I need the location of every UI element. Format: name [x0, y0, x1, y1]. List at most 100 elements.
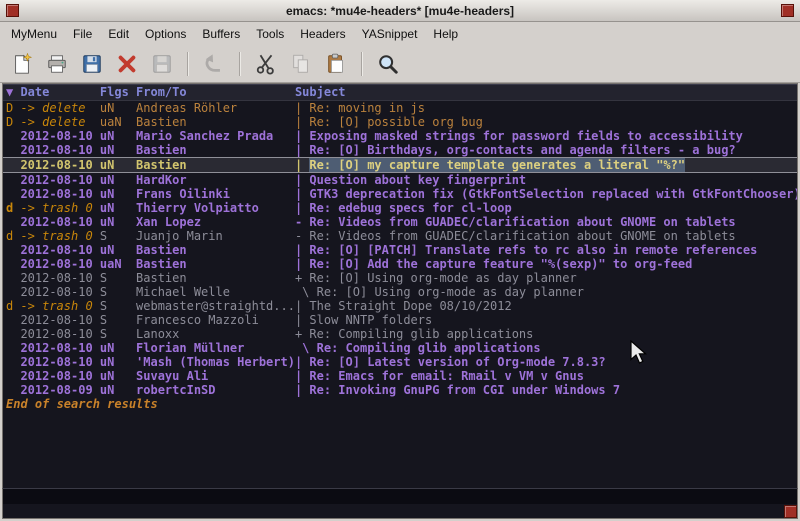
menu-options[interactable]: Options: [137, 23, 194, 45]
menu-buffers[interactable]: Buffers: [194, 23, 248, 45]
window-close-button[interactable]: [781, 4, 794, 17]
end-of-results-message: End of search results: [3, 397, 797, 411]
message-flags: uN: [100, 201, 136, 215]
mode-line[interactable]: *mu4e-headers* ( 5, 0) [All/2.0k] [mu4e-…: [2, 488, 798, 504]
sort-direction-icon[interactable]: ▼: [6, 84, 20, 100]
cut-button[interactable]: [252, 50, 280, 78]
message-row[interactable]: 2012-08-10uN'Mash (Thomas Herbert)| Re: …: [3, 355, 797, 369]
thread-indicator: |: [295, 173, 309, 187]
message-date: 2012-08-10: [20, 285, 99, 299]
titlebar[interactable]: emacs: *mu4e-headers* [mu4e-headers]: [0, 0, 800, 22]
message-subject: GTK3 deprecation fix (GtkFontSelection r…: [309, 187, 798, 201]
message-row[interactable]: 2012-08-10uNHardKor| Question about key …: [3, 173, 797, 187]
thread-indicator: -: [295, 229, 309, 243]
message-row[interactable]: 2012-08-10uNSuvayu Ali| Re: Emacs for em…: [3, 369, 797, 383]
message-flags: S: [100, 299, 136, 313]
save-button[interactable]: [78, 50, 106, 78]
message-list: D -> deleteuNAndreas Röhler| Re: moving …: [3, 101, 797, 397]
message-date: 2012-08-10: [20, 355, 99, 369]
message-row[interactable]: 2012-08-09uNrobertcInSD| Re: Invoking Gn…: [3, 383, 797, 397]
message-row[interactable]: d -> trash 0uNThierry Volpiatto| Re: ede…: [3, 201, 797, 215]
echo-area[interactable]: [2, 504, 798, 519]
kill-buffer-button[interactable]: [113, 50, 141, 78]
message-from: 'Mash (Thomas Herbert): [136, 355, 295, 369]
menu-mymenu[interactable]: MyMenu: [3, 23, 65, 45]
print-icon: [46, 53, 68, 75]
thread-indicator: |: [295, 369, 309, 383]
menu-headers[interactable]: Headers: [292, 23, 353, 45]
window-menu-button[interactable]: [6, 4, 19, 17]
message-row[interactable]: D -> deleteuaNBastien| Re: [O] possible …: [3, 115, 797, 129]
message-from: Frans Oilinki: [136, 187, 295, 201]
menu-tools[interactable]: Tools: [248, 23, 292, 45]
message-row[interactable]: 2012-08-10uNBastien| Re: [O] [PATCH] Tra…: [3, 243, 797, 257]
save-as-button[interactable]: [148, 50, 176, 78]
message-row[interactable]: 2012-08-10uNBastien| Re: [O] Birthdays, …: [3, 143, 797, 157]
message-row[interactable]: 2012-08-10SLanoxx+ Re: Compiling glib ap…: [3, 327, 797, 341]
message-flags: S: [100, 327, 136, 341]
cut-icon: [255, 53, 277, 75]
message-date: 2012-08-10: [20, 158, 99, 172]
message-mark: d: [6, 299, 20, 313]
message-row[interactable]: 2012-08-10uNXan Lopez- Re: Videos from G…: [3, 215, 797, 229]
message-flags: S: [100, 313, 136, 327]
new-file-button[interactable]: [8, 50, 36, 78]
message-mark: [6, 257, 20, 271]
message-from: Bastien: [136, 257, 295, 271]
menu-edit[interactable]: Edit: [100, 23, 137, 45]
message-flags: uN: [100, 243, 136, 257]
column-header-date[interactable]: Date: [20, 84, 99, 100]
message-mark: [6, 143, 20, 157]
message-from: Bastien: [136, 143, 295, 157]
message-mark: [6, 285, 20, 299]
message-subject: Slow NNTP folders: [309, 313, 432, 327]
message-date: 2012-08-10: [20, 129, 99, 143]
message-row[interactable]: 2012-08-10uNBastien| Re: [O] my capture …: [3, 157, 797, 173]
copy-button[interactable]: [287, 50, 315, 78]
message-date: 2012-08-10: [20, 173, 99, 187]
message-from: robertcInSD: [136, 383, 295, 397]
menu-help[interactable]: Help: [425, 23, 466, 45]
thread-indicator: +: [295, 271, 309, 285]
message-from: Andreas Röhler: [136, 101, 295, 115]
column-header-from[interactable]: From/To: [136, 84, 295, 100]
message-flags: uN: [100, 101, 136, 115]
message-from: Florian Müllner: [136, 341, 295, 355]
message-from: Mario Sanchez Prada: [136, 129, 295, 143]
menu-yasnippet[interactable]: YASnippet: [354, 23, 426, 45]
message-row[interactable]: 2012-08-10uNFrans Oilinki| GTK3 deprecat…: [3, 187, 797, 201]
print-button[interactable]: [43, 50, 71, 78]
menu-file[interactable]: File: [65, 23, 100, 45]
message-row[interactable]: D -> deleteuNAndreas Röhler| Re: moving …: [3, 101, 797, 115]
message-row[interactable]: 2012-08-10uNMario Sanchez Prada| Exposin…: [3, 129, 797, 143]
column-header-flags[interactable]: Flgs: [100, 84, 136, 100]
message-flags: uN: [100, 215, 136, 229]
message-flags: uN: [100, 341, 136, 355]
paste-button[interactable]: [322, 50, 350, 78]
thread-indicator: |: [295, 101, 309, 115]
message-mark: [6, 313, 20, 327]
undo-button[interactable]: [200, 50, 228, 78]
resize-grip[interactable]: [784, 505, 797, 518]
emacs-window: emacs: *mu4e-headers* [mu4e-headers] MyM…: [0, 0, 800, 521]
message-date: 2012-08-10: [20, 143, 99, 157]
mu4e-headers-buffer[interactable]: ▼ Date Flgs From/To Subject D -> deleteu…: [2, 83, 798, 488]
message-subject: Re: [O] possible org bug: [309, 115, 482, 129]
message-flags: uN: [100, 355, 136, 369]
thread-indicator: |: [295, 355, 309, 369]
message-row[interactable]: 2012-08-10SBastien+ Re: [O] Using org-mo…: [3, 271, 797, 285]
message-row[interactable]: d -> trash 0Swebmaster@straightd...| The…: [3, 299, 797, 313]
message-date: 2012-08-10: [20, 327, 99, 341]
message-from: HardKor: [136, 173, 295, 187]
message-row[interactable]: 2012-08-10uNFlorian Müllner \ Re: Compil…: [3, 341, 797, 355]
message-row[interactable]: 2012-08-10uaNBastien| Re: [O] Add the ca…: [3, 257, 797, 271]
message-row[interactable]: 2012-08-10SMichael Welle \ Re: [O] Using…: [3, 285, 797, 299]
message-flags: uN: [100, 129, 136, 143]
column-header-subject[interactable]: Subject: [295, 84, 346, 100]
message-row[interactable]: 2012-08-10SFrancesco Mazzoli| Slow NNTP …: [3, 313, 797, 327]
search-button[interactable]: [374, 50, 402, 78]
kill-buffer-icon: [116, 53, 138, 75]
message-row[interactable]: d -> trash 0SJuanjo Marin- Re: Videos fr…: [3, 229, 797, 243]
message-mark: [6, 271, 20, 285]
message-flags: uN: [100, 143, 136, 157]
